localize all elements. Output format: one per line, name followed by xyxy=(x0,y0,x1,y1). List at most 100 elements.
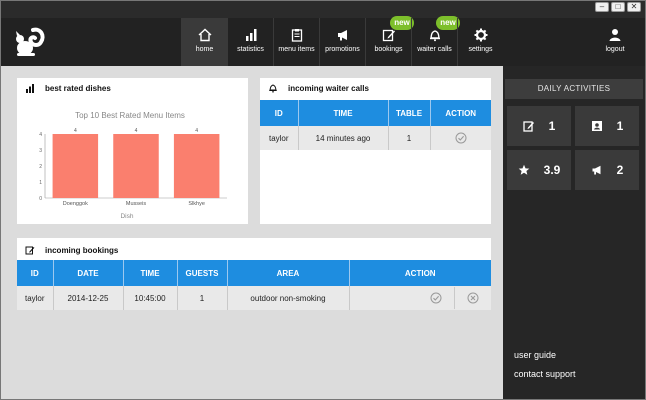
gear-icon xyxy=(474,28,487,42)
column-header: TIME xyxy=(298,100,389,126)
activity-tile-contacts[interactable]: 1 xyxy=(575,106,639,146)
best-rated-header: best rated dishes xyxy=(17,78,248,98)
best-rated-title: best rated dishes xyxy=(45,83,111,93)
waiter-calls-header: incoming waiter calls xyxy=(260,78,491,98)
chart-title: Top 10 Best Rated Menu Items xyxy=(75,111,185,120)
chart-xlabel: Dish xyxy=(120,213,133,220)
action-divider xyxy=(453,287,455,309)
daily-activities-title: DAILY ACTIVITIES xyxy=(505,79,643,99)
check-circle-icon[interactable] xyxy=(455,132,467,144)
booking-time: 10:45:00 xyxy=(123,286,178,310)
nav-promotions[interactable]: promotions xyxy=(319,18,365,66)
y-tick-label: 0 xyxy=(39,196,42,202)
y-tick-label: 2 xyxy=(39,164,42,170)
column-header: TIME xyxy=(123,260,178,286)
contact-card-icon xyxy=(591,121,602,131)
app-window: – □ ✕ home statistics menu items promoti… xyxy=(0,0,646,400)
y-tick-label: 1 xyxy=(39,180,42,186)
column-header: GUESTS xyxy=(177,260,228,286)
activity-tile-rating[interactable]: 3.9 xyxy=(507,150,571,190)
nav-settings-label: settings xyxy=(468,46,493,53)
home-icon xyxy=(198,28,211,42)
bookings-table: ID DATE TIME GUESTS AREA ACTION taylor 2… xyxy=(17,260,491,310)
nav-statistics-label: statistics xyxy=(237,46,264,53)
megaphone-icon xyxy=(592,165,601,175)
logout-button[interactable]: logout xyxy=(599,18,631,66)
activity-value: 3.9 xyxy=(543,163,561,177)
chart-bar xyxy=(52,134,99,198)
nav-waiter-calls[interactable]: new waiter calls xyxy=(411,16,460,66)
table-row: taylor 2014-12-25 10:45:00 1 outdoor non… xyxy=(17,286,491,310)
column-header: ACTION xyxy=(349,260,491,286)
chart-bar xyxy=(113,134,159,198)
edit-icon xyxy=(382,29,395,42)
bookings-header: incoming bookings xyxy=(17,240,491,260)
booking-guests: 1 xyxy=(177,286,228,310)
activity-value: 1 xyxy=(548,119,556,133)
booking-date: 2014-12-25 xyxy=(53,286,124,310)
activity-tile-bookings[interactable]: 1 xyxy=(507,106,571,146)
column-header: ACTION xyxy=(430,100,491,126)
star-icon xyxy=(518,164,529,175)
x-tick-label: Musseis xyxy=(126,201,146,207)
bell-icon xyxy=(429,30,440,42)
edit-icon xyxy=(523,121,534,132)
waiter-call-action-cell xyxy=(430,126,491,150)
waiter-calls-panel: incoming waiter calls ID TIME TABLE ACTI… xyxy=(260,78,491,224)
bar-data-label: 4 xyxy=(74,128,77,134)
title-bar: – □ ✕ xyxy=(1,1,645,18)
waiter-calls-title: incoming waiter calls xyxy=(288,83,369,93)
user-guide-link[interactable]: user guide xyxy=(514,350,556,360)
edit-icon xyxy=(25,246,35,255)
contact-support-link[interactable]: contact support xyxy=(514,369,576,379)
nav-menu-items[interactable]: menu items xyxy=(273,18,319,66)
nav-menu-items-label: menu items xyxy=(278,46,315,53)
check-circle-icon[interactable] xyxy=(430,292,442,304)
table-row: taylor 14 minutes ago 1 xyxy=(260,126,491,150)
activity-tile-promotions[interactable]: 2 xyxy=(575,150,639,190)
column-header: AREA xyxy=(227,260,350,286)
bookings-title: incoming bookings xyxy=(45,245,119,255)
waiter-call-id: taylor xyxy=(260,126,299,150)
logout-label: logout xyxy=(605,46,625,53)
chart-bar xyxy=(173,134,220,198)
booking-id: taylor xyxy=(17,286,54,310)
squirrel-logo-icon xyxy=(16,27,45,56)
x-tick-label: Doenggok xyxy=(63,201,88,207)
bar-chart-icon xyxy=(26,84,34,93)
best-rated-panel: best rated dishes Top 10 Best Rated Menu… xyxy=(17,78,248,224)
nav-statistics[interactable]: statistics xyxy=(227,18,273,66)
user-icon xyxy=(609,29,621,41)
nav-home[interactable]: home xyxy=(181,18,227,66)
x-tick-label: Slkhye xyxy=(188,201,205,207)
nav-bookings-label: bookings xyxy=(374,46,403,53)
nav-bookings[interactable]: new bookings xyxy=(365,16,414,66)
waiter-call-time: 14 minutes ago xyxy=(298,126,389,150)
activity-value: 1 xyxy=(616,119,624,133)
waiter-call-table: 1 xyxy=(388,126,431,150)
maximize-button[interactable]: □ xyxy=(611,2,625,12)
nav-settings[interactable]: settings xyxy=(457,18,503,66)
close-button[interactable]: ✕ xyxy=(627,2,641,12)
minimize-button[interactable]: – xyxy=(595,2,609,12)
nav-waiter-calls-label: waiter calls xyxy=(417,46,452,53)
top-navigation: home statistics menu items promotions ne… xyxy=(1,16,645,66)
column-header: ID xyxy=(17,260,54,286)
column-header: TABLE xyxy=(388,100,431,126)
bell-icon xyxy=(269,84,277,93)
bar-data-label: 4 xyxy=(135,128,138,134)
nav-promotions-label: promotions xyxy=(325,46,360,53)
activity-value: 2 xyxy=(616,163,624,177)
booking-area: outdoor non-smoking xyxy=(227,286,350,310)
booking-action-cell xyxy=(349,286,491,310)
best-rated-chart-svg: Top 10 Best Rated Menu Items 0 1 2 3 4 4 Doeng… xyxy=(39,111,227,220)
daily-activities-sidebar: DAILY ACTIVITIES 1 1 3.9 2 user guide co… xyxy=(503,66,645,399)
clipboard-icon xyxy=(291,29,302,42)
column-header: ID xyxy=(260,100,299,126)
bar-chart-icon xyxy=(245,29,256,41)
column-header: DATE xyxy=(53,260,124,286)
y-tick-label: 3 xyxy=(39,148,42,154)
best-rated-chart: Top 10 Best Rated Menu Items 0 1 2 3 4 4 Doeng… xyxy=(17,98,247,222)
close-circle-icon[interactable] xyxy=(467,292,479,304)
bar-data-label: 4 xyxy=(195,128,198,134)
